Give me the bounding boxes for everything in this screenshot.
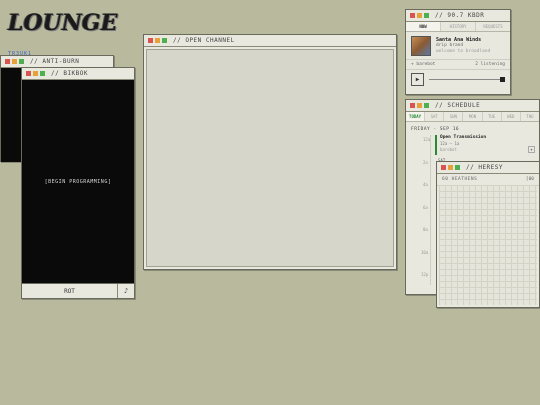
close-icon[interactable] [410, 13, 415, 18]
tab-now[interactable]: NOW [406, 22, 441, 31]
close-icon[interactable] [441, 165, 446, 170]
dj-name: + barebot [411, 62, 436, 67]
radio-meta: + barebot 2 listening [406, 59, 510, 70]
volume-handle[interactable] [500, 77, 505, 82]
tab-mon[interactable]: MON [463, 112, 483, 121]
hour-rail: 12a 2a 4a 6a 8a 10a 12p [411, 135, 431, 285]
maximize-icon[interactable] [40, 71, 45, 76]
show-host: barebot [440, 147, 457, 152]
show-block[interactable]: Open Transmission 12a – 1a barebot + [435, 135, 539, 155]
minimize-icon[interactable] [155, 38, 160, 43]
bikbok-window[interactable]: // BIKBOK [BEGIN PROGRAMMING] ROT ♪ [21, 67, 135, 299]
window-title: // HERESY [466, 164, 504, 171]
minimize-icon[interactable] [417, 13, 422, 18]
radio-titlebar[interactable]: // 90.7 KBDR [406, 10, 510, 22]
close-icon[interactable] [410, 103, 415, 108]
minimize-icon[interactable] [448, 165, 453, 170]
maximize-icon[interactable] [455, 165, 460, 170]
heathen-count: 60 HEATHENS [442, 177, 478, 182]
listener-count: 2 listening [475, 62, 505, 67]
hour-label: 12p [421, 272, 429, 277]
tab-sun[interactable]: SUN [444, 112, 464, 121]
tab-tue[interactable]: TUE [483, 112, 502, 121]
heresy-grid[interactable] [439, 185, 537, 305]
maximize-icon[interactable] [424, 103, 429, 108]
window-title: // ANTI-BURN [30, 58, 80, 65]
album-art [411, 36, 431, 56]
heresy-aux: [00 [525, 177, 534, 182]
hour-label: 8a [423, 227, 428, 232]
hour-label: 6a [423, 205, 428, 210]
maximize-icon[interactable] [19, 59, 24, 64]
close-icon[interactable] [26, 71, 31, 76]
bikbok-footer: ROT ♪ [22, 283, 134, 298]
schedule-date: FRIDAY · SEP 16 [411, 127, 460, 132]
music-note-icon[interactable]: ♪ [118, 284, 134, 298]
bikbok-titlebar[interactable]: // BIKBOK [22, 68, 134, 80]
minimize-icon[interactable] [12, 59, 17, 64]
window-title: // BIKBOK [51, 70, 89, 77]
expand-icon[interactable]: + [528, 146, 535, 153]
tab-wed[interactable]: WED [502, 112, 521, 121]
close-icon[interactable] [148, 38, 153, 43]
schedule-titlebar[interactable]: // SCHEDULE [406, 100, 539, 112]
schedule-tabs: TODAY SAT SUN MON TUE WED THU [406, 112, 539, 122]
hour-label: 10a [421, 250, 429, 255]
close-icon[interactable] [5, 59, 10, 64]
window-title: // 90.7 KBDR [435, 12, 485, 19]
lounge-logo: LOUNGE [8, 10, 118, 36]
bikbok-screen: [BEGIN PROGRAMMING] [22, 80, 134, 283]
tab-sat[interactable]: SAT [425, 112, 445, 121]
open-channel-titlebar[interactable]: // OPEN CHANNEL [144, 35, 396, 47]
track-info: Santa Ana Winds drip brand welcome to br… [436, 37, 490, 55]
tab-requests[interactable]: REQUESTS [476, 22, 510, 31]
window-title: // OPEN CHANNEL [173, 37, 235, 44]
tab-thu[interactable]: THU [521, 112, 539, 121]
hour-label: 4a [423, 182, 428, 187]
heresy-titlebar[interactable]: // HERESY [437, 162, 539, 174]
open-channel-canvas[interactable] [146, 49, 394, 267]
tab-history[interactable]: HISTORY [441, 22, 476, 31]
tab-today[interactable]: TODAY [406, 112, 426, 121]
radio-window[interactable]: // 90.7 KBDR NOW HISTORY REQUESTS Santa … [405, 9, 511, 95]
maximize-icon[interactable] [424, 13, 429, 18]
now-playing: Santa Ana Winds drip brand welcome to br… [406, 32, 510, 59]
heresy-window[interactable]: // HERESY 60 HEATHENS [00 [436, 161, 540, 308]
hour-label: 12a [423, 137, 431, 142]
volume-slider[interactable] [429, 77, 505, 82]
minimize-icon[interactable] [33, 71, 38, 76]
begin-programming-text: [BEGIN PROGRAMMING] [44, 178, 112, 185]
window-title: // SCHEDULE [435, 102, 481, 109]
track-album: welcome to broadland [436, 49, 491, 54]
minimize-icon[interactable] [417, 103, 422, 108]
maximize-icon[interactable] [162, 38, 167, 43]
hour-label: 2a [423, 160, 428, 165]
player-controls: ▶ [406, 70, 510, 89]
open-channel-window[interactable]: // OPEN CHANNEL [143, 34, 397, 270]
play-button[interactable]: ▶ [411, 73, 424, 86]
radio-tabs: NOW HISTORY REQUESTS [406, 22, 510, 32]
rot-button[interactable]: ROT [22, 284, 118, 298]
